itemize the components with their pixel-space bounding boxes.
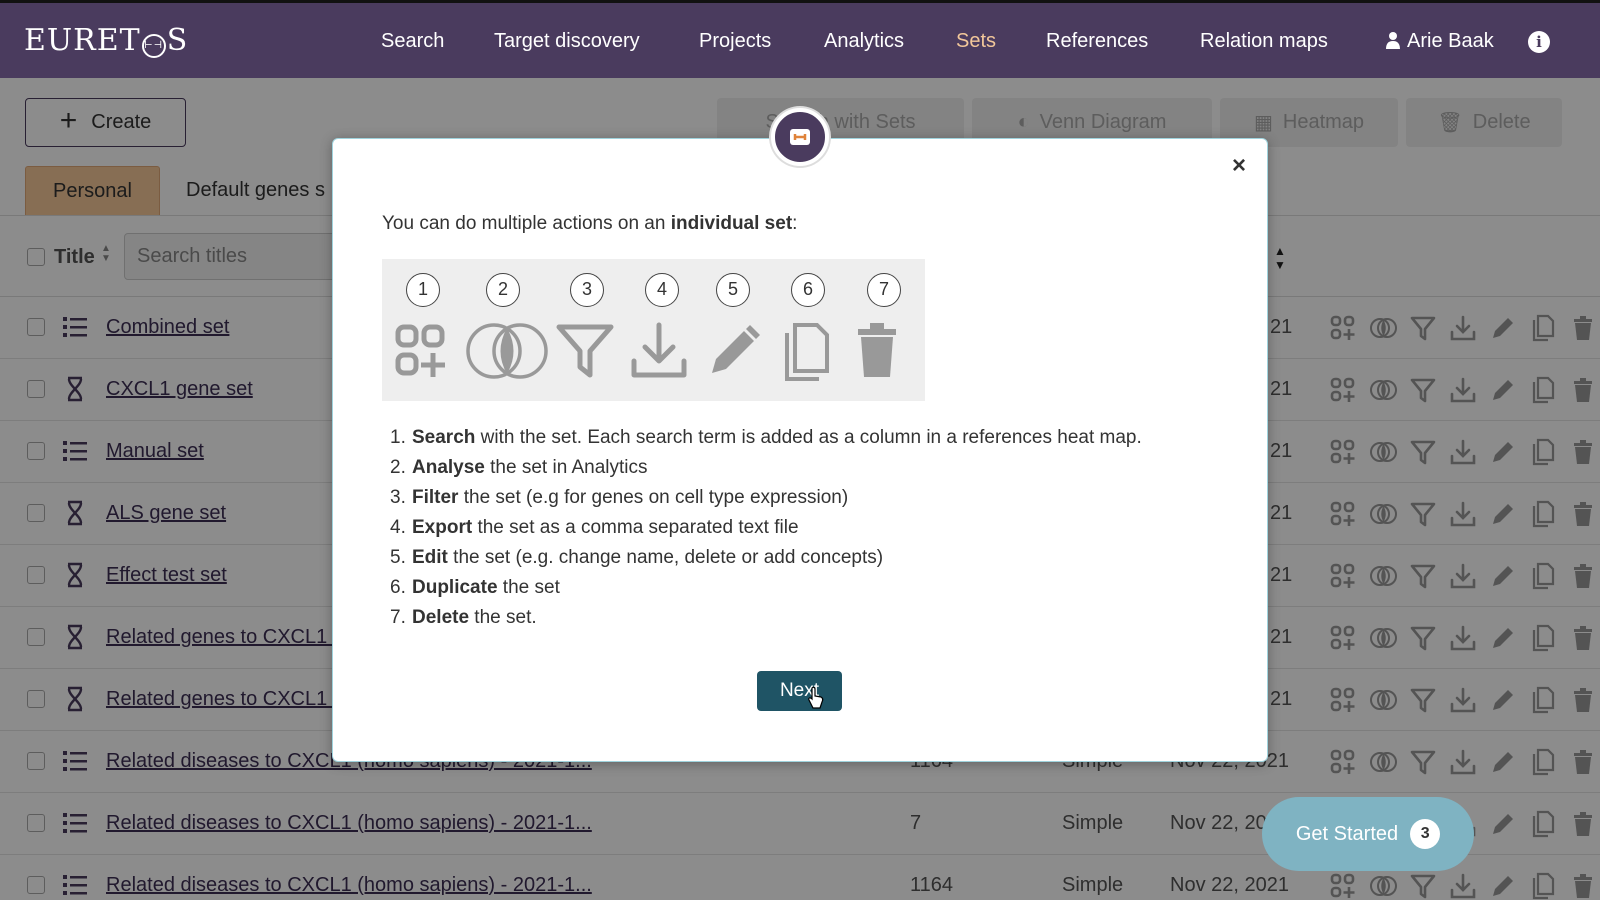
edit-icon [702,319,762,383]
step-7-text: the set. [469,607,537,628]
step-item-7: 7. Delete the set. [390,604,1142,634]
step-5-text: the set (e.g. change name, delete or add… [447,547,884,568]
search-set-icon [390,319,450,383]
step-1-text: with the set. Each search term is added … [475,427,1142,448]
step-7-keyword: Delete [412,607,470,628]
venn-icon [462,319,552,383]
get-started-label: Get Started [1295,822,1399,845]
info-icon[interactable]: i [1528,31,1550,53]
tour-badge-icon [771,108,829,166]
step-item-5: 5. Edit the set (e.g. change name, delete… [390,544,1142,574]
step-2-keyword: Analyse [412,457,485,478]
step-6-number: 6. [390,577,406,598]
step-3-text: the set (e.g for genes on cell type expr… [458,487,849,508]
intro-bold: individual set [670,213,793,234]
nav-target-discovery[interactable]: Target discovery [494,30,640,53]
step-number-6: 6 [791,273,825,307]
step-4-keyword: Export [412,517,473,538]
nav-projects[interactable]: Projects [699,30,771,53]
step-item-1: 1. Search with the set. Each search term … [390,424,1142,454]
nav-relation-maps[interactable]: Relation maps [1200,30,1328,53]
delete-icon [850,319,904,383]
step-5-number: 5. [390,547,406,568]
step-4-text: the set as a comma separated text file [472,517,799,538]
modal-intro-text: You can do multiple actions on an indivi… [382,213,797,235]
step-6-text: the set [497,577,560,598]
user-icon [1386,32,1400,49]
step-2-text: the set in Analytics [484,457,648,478]
nav-analytics[interactable]: Analytics [824,30,904,53]
step-number-4: 4 [645,273,679,307]
step-number-3: 3 [570,273,604,307]
step-4-number: 4. [390,517,406,538]
step-5-keyword: Edit [412,547,448,568]
nav-references[interactable]: References [1046,30,1148,53]
get-started-button[interactable]: Get Started 3 [1262,797,1474,871]
step-1-keyword: Search [412,427,476,448]
filter-icon [554,319,616,383]
step-item-3: 3. Filter the set (e.g for genes on cell … [390,484,1142,514]
intro-suffix: : [792,213,798,234]
step-7-number: 7. [390,607,406,628]
step-item-2: 2. Analyse the set in Analytics [390,454,1142,484]
step-item-4: 4. Export the set as a comma separated te… [390,514,1142,544]
user-menu[interactable]: Arie Baak [1385,30,1494,53]
step-number-7: 7 [867,273,901,307]
step-number-2: 2 [486,273,520,307]
close-modal-button[interactable]: × [1232,152,1246,180]
step-1-number: 1. [390,427,406,448]
step-number-1: 1 [406,273,440,307]
get-started-count-badge: 3 [1410,819,1441,849]
step-2-number: 2. [390,457,406,478]
nav-search[interactable]: Search [381,30,444,53]
user-name: Arie Baak [1407,30,1494,52]
actions-steps-list: 1. Search with the set. Each search term … [390,424,1142,634]
duplicate-icon [777,319,833,383]
step-3-keyword: Filter [412,487,459,508]
brand-logo[interactable]: EURET ⊢⊣ S [24,23,188,58]
step-6-keyword: Duplicate [412,577,498,598]
top-navbar: EURET ⊢⊣ S Search Target discovery Project… [0,0,1600,78]
download-icon [628,319,690,383]
step-number-5: 5 [716,273,750,307]
mouse-pointer-icon [808,686,824,709]
actions-icons-panel: 1 2 3 4 5 6 7 [382,259,925,401]
intro-prefix: You can do multiple actions on an [382,213,671,234]
nav-sets[interactable]: Sets [956,30,996,53]
next-button[interactable]: Next [757,671,842,711]
step-3-number: 3. [390,487,406,508]
step-item-6: 6. Duplicate the set [390,574,1142,604]
